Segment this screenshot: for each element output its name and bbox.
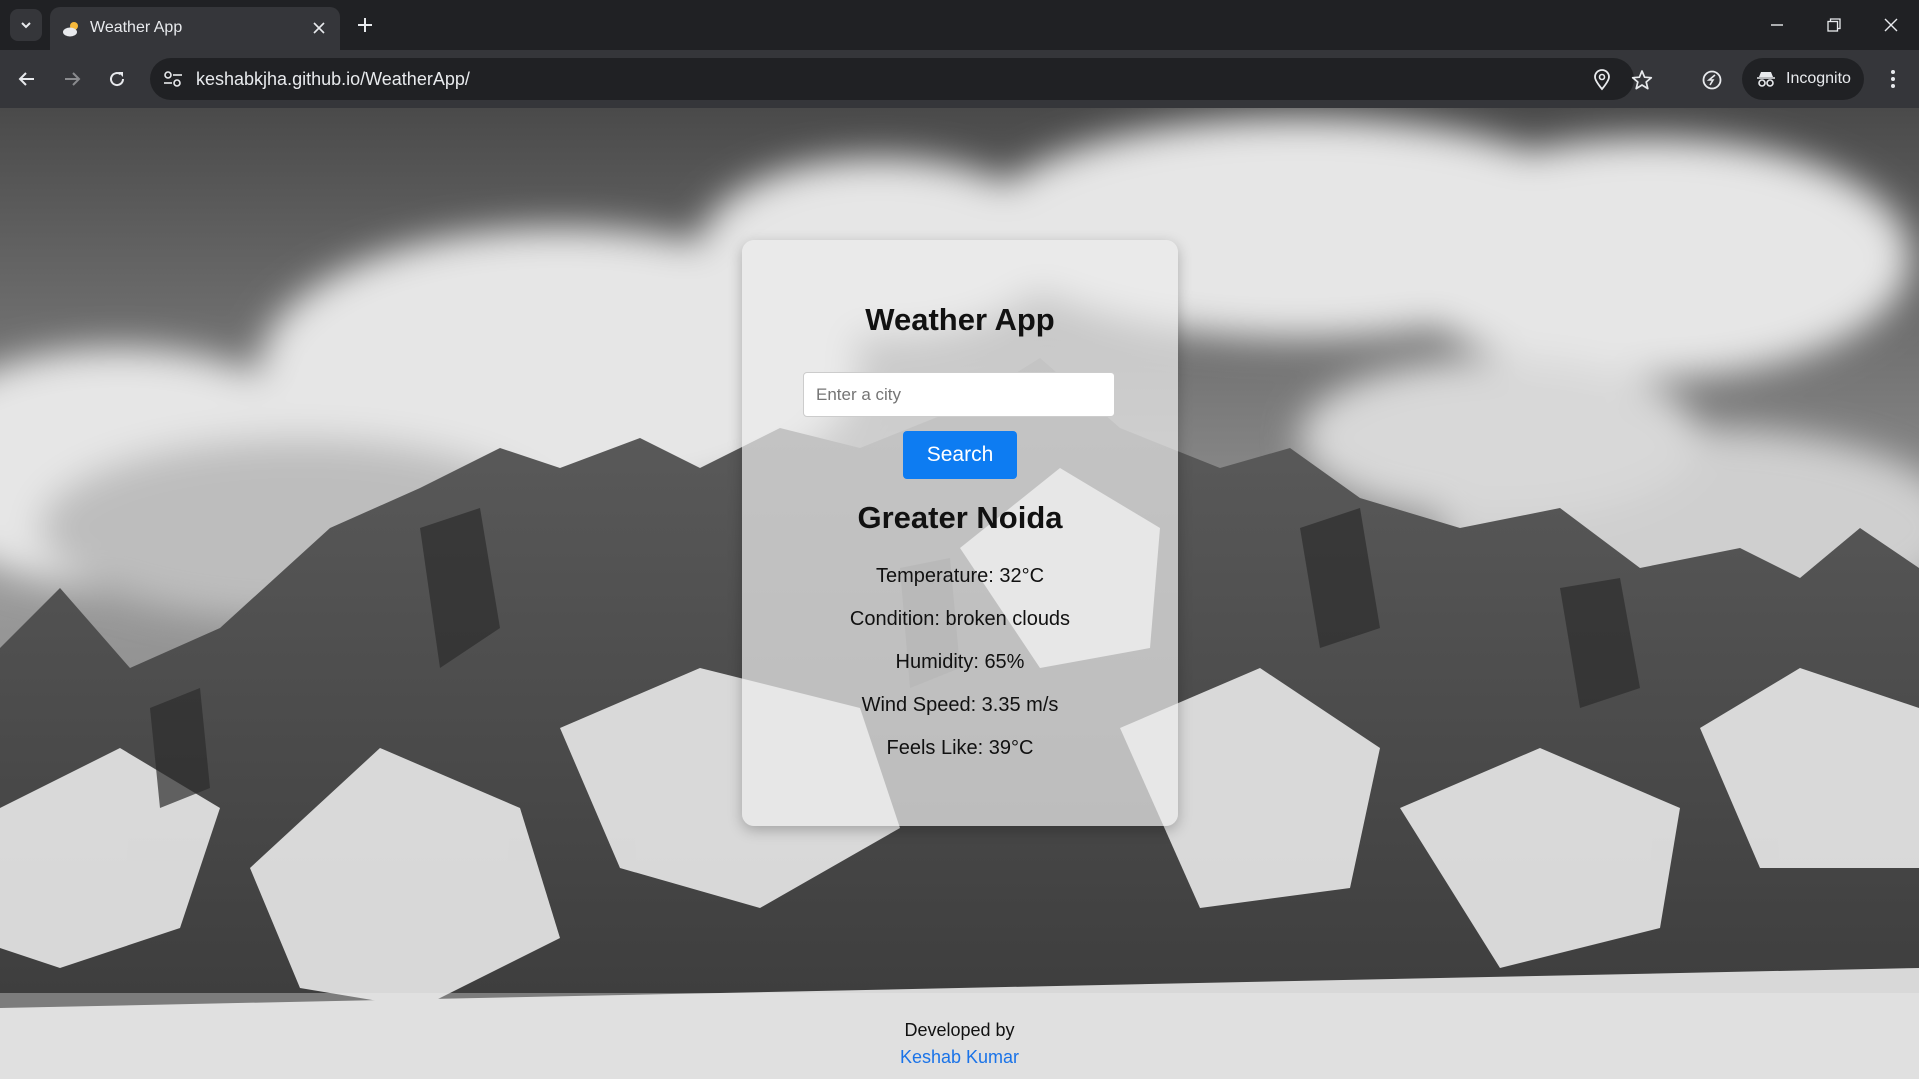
reload-icon bbox=[110, 72, 125, 87]
app-title: Weather App bbox=[865, 302, 1055, 337]
restore-button[interactable] bbox=[1821, 12, 1847, 38]
location-pin-icon bbox=[1594, 69, 1610, 91]
incognito-label: Incognito bbox=[1786, 70, 1851, 87]
browser-tab[interactable]: Weather App bbox=[50, 7, 340, 50]
tab-strip: Weather App bbox=[0, 0, 1919, 50]
wind-speed-text: Wind Speed: 3.35 m/s bbox=[861, 694, 1059, 716]
city-name: Greater Noida bbox=[857, 500, 1063, 535]
star-icon bbox=[1631, 70, 1653, 90]
bookmark-button[interactable] bbox=[1630, 68, 1654, 92]
page-viewport: Weather App Search Greater Noida Tempera… bbox=[0, 108, 1919, 1079]
browser-menu-button[interactable] bbox=[1880, 66, 1906, 92]
minimize-button[interactable] bbox=[1764, 12, 1790, 38]
new-tab-button[interactable] bbox=[352, 12, 378, 38]
reload-button[interactable] bbox=[103, 65, 131, 93]
tab-close-button[interactable] bbox=[308, 17, 330, 39]
weather-card: Weather App Search Greater Noida Tempera… bbox=[742, 240, 1178, 826]
plus-icon bbox=[358, 18, 372, 32]
tab-title: Weather App bbox=[90, 19, 183, 36]
close-window-button[interactable] bbox=[1878, 12, 1904, 38]
location-button[interactable] bbox=[1590, 68, 1614, 92]
incognito-indicator[interactable]: Incognito bbox=[1742, 58, 1864, 100]
incognito-icon bbox=[1757, 72, 1775, 87]
arrow-left-icon bbox=[18, 72, 34, 86]
humidity-text: Humidity: 65% bbox=[895, 651, 1025, 673]
close-icon bbox=[1884, 18, 1898, 32]
minimize-icon bbox=[1771, 24, 1783, 26]
restore-icon bbox=[1827, 18, 1841, 32]
close-icon bbox=[313, 22, 325, 34]
address-bar[interactable]: keshabkjha.github.io/WeatherApp/ bbox=[150, 58, 1653, 100]
extension-button[interactable] bbox=[1700, 68, 1724, 92]
site-info-icon[interactable] bbox=[162, 69, 184, 89]
temperature-text: Temperature: 32°C bbox=[875, 565, 1045, 587]
arrow-right-icon bbox=[65, 72, 81, 86]
back-button[interactable] bbox=[13, 65, 41, 93]
search-button[interactable]: Search bbox=[903, 431, 1017, 479]
condition-text: Condition: broken clouds bbox=[849, 608, 1071, 630]
url-text: keshabkjha.github.io/WeatherApp/ bbox=[196, 69, 470, 89]
developed-by-label: Developed by bbox=[904, 1020, 1015, 1040]
weather-cloud-sun-icon bbox=[63, 22, 78, 37]
chevron-down-icon bbox=[21, 22, 31, 29]
page-footer: Developed by Keshab Kumar bbox=[0, 993, 1919, 1079]
forward-button[interactable] bbox=[58, 65, 86, 93]
more-vert-icon bbox=[1891, 70, 1895, 88]
browser-toolbar: keshabkjha.github.io/WeatherApp/ Incogni… bbox=[0, 50, 1919, 108]
tab-search-button[interactable] bbox=[10, 9, 42, 41]
feels-like-text: Feels Like: 39°C bbox=[886, 737, 1034, 759]
city-search-input[interactable] bbox=[803, 372, 1115, 417]
author-link[interactable]: Keshab Kumar bbox=[0, 1047, 1919, 1068]
extension-shield-icon bbox=[1702, 70, 1722, 90]
